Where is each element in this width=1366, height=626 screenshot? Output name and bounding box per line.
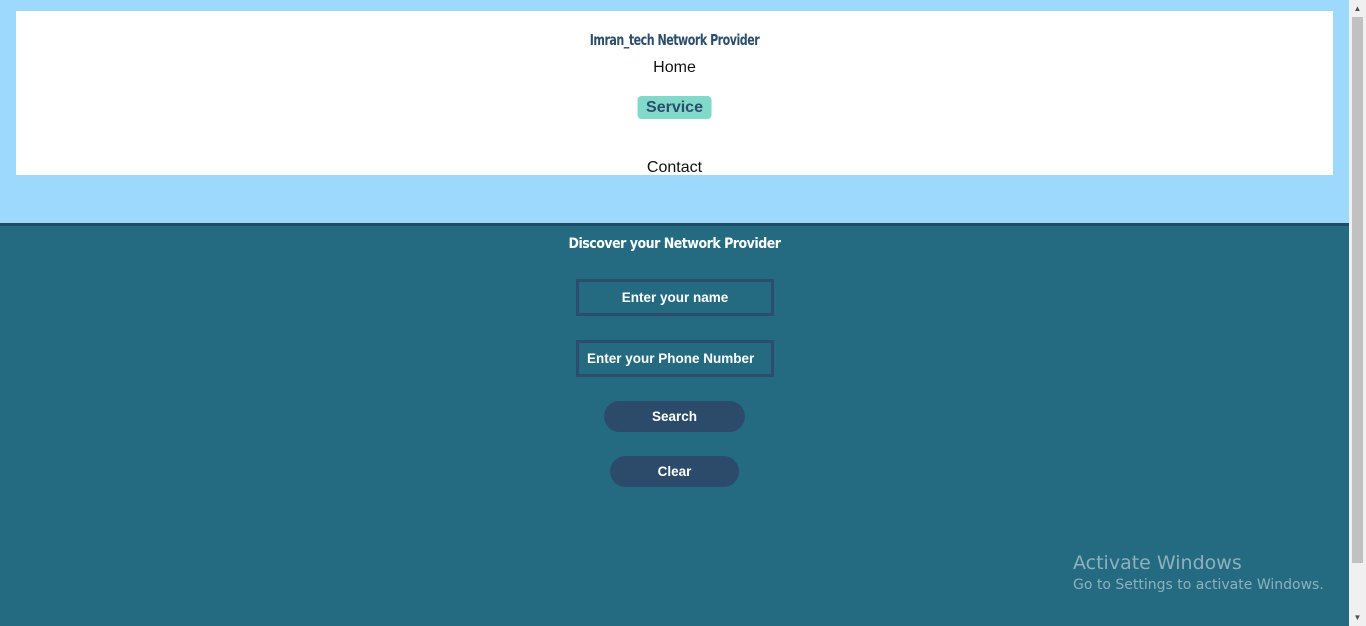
- vertical-scrollbar[interactable]: ▲ ▼: [1349, 0, 1366, 626]
- header: Imran_tech Network Provider Home Service…: [16, 11, 1333, 176]
- scroll-down-arrow-icon[interactable]: ▼: [1349, 609, 1366, 626]
- page: Imran_tech Network Provider Home Service…: [0, 0, 1349, 626]
- scroll-up-arrow-icon[interactable]: ▲: [1349, 0, 1366, 17]
- clear-button[interactable]: Clear: [610, 456, 739, 487]
- top-band: Imran_tech Network Provider Home Service…: [0, 0, 1349, 223]
- search-button[interactable]: Search: [604, 401, 745, 432]
- name-input[interactable]: [576, 279, 774, 316]
- main-section: Discover your Network Provider Search Cl…: [0, 226, 1349, 626]
- section-title: Discover your Network Provider: [568, 236, 781, 252]
- scrollbar-thumb[interactable]: [1352, 17, 1363, 563]
- phone-number-input[interactable]: [576, 340, 774, 377]
- nav-contact-link[interactable]: Contact: [647, 157, 702, 179]
- nav-service-link[interactable]: Service: [637, 96, 712, 119]
- nav-home-link[interactable]: Home: [653, 57, 696, 79]
- site-title: Imran_tech Network Provider: [589, 31, 760, 49]
